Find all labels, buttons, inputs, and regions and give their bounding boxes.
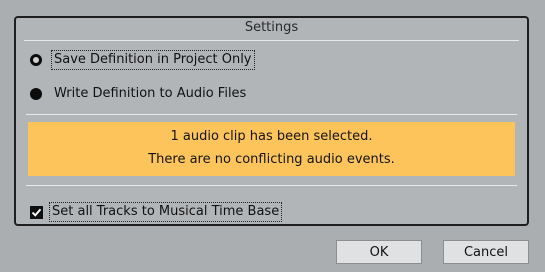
divider <box>26 114 517 115</box>
info-line-1: 1 audio clip has been selected. <box>170 129 373 144</box>
radio-selected-icon[interactable] <box>30 88 42 100</box>
info-message-box: 1 audio clip has been selected. There ar… <box>28 122 515 176</box>
settings-title: Settings <box>244 20 299 35</box>
radio-unselected-icon[interactable] <box>30 54 42 66</box>
checkbox-checked-icon[interactable] <box>30 205 43 219</box>
radio-label-save-in-project[interactable]: Save Definition in Project Only <box>51 50 255 70</box>
checkmark-icon <box>31 208 42 217</box>
divider <box>26 185 517 186</box>
cancel-button[interactable]: Cancel <box>443 240 529 264</box>
info-line-2: There are no conflicting audio events. <box>148 152 395 167</box>
ok-button[interactable]: OK <box>336 240 422 264</box>
checkbox-label[interactable]: Set all Tracks to Musical Time Base <box>48 202 283 222</box>
settings-group: Settings Save Definition in Project Only… <box>14 16 529 226</box>
title-divider <box>24 40 519 41</box>
radio-label-write-to-files[interactable]: Write Definition to Audio Files <box>52 85 248 103</box>
radio-save-in-project[interactable]: Save Definition in Project Only <box>30 50 255 70</box>
radio-write-to-files[interactable]: Write Definition to Audio Files <box>30 84 248 104</box>
checkbox-musical-time-base[interactable]: Set all Tracks to Musical Time Base <box>30 202 283 222</box>
